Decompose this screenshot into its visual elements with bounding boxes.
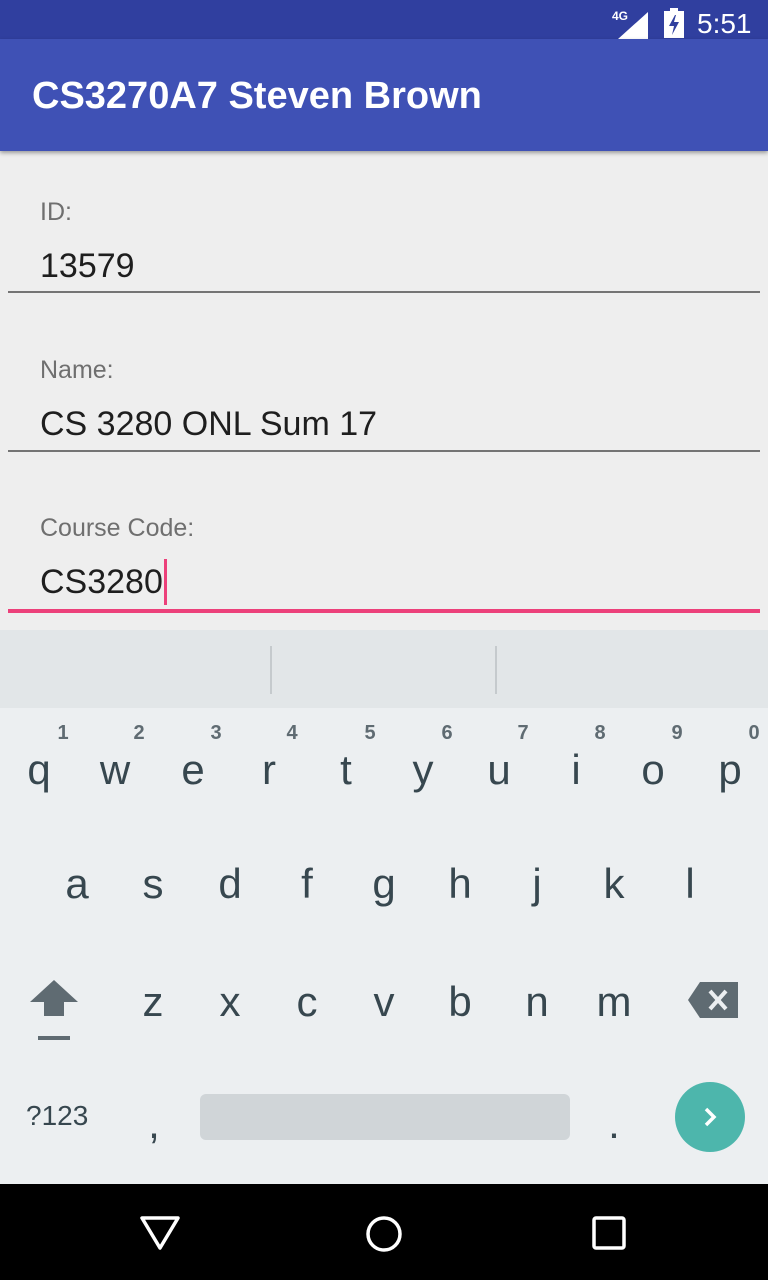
suggestion-strip[interactable] bbox=[0, 630, 768, 708]
symbols-key[interactable]: ?123 bbox=[26, 1100, 88, 1132]
key-hint-7: 7 bbox=[517, 722, 529, 744]
key-hint-5: 5 bbox=[364, 722, 376, 744]
key-s[interactable]: s bbox=[123, 860, 183, 908]
home-icon[interactable] bbox=[364, 1214, 404, 1254]
space-bar[interactable] bbox=[200, 1094, 570, 1140]
key-g[interactable]: g bbox=[354, 860, 414, 908]
key-n[interactable]: n bbox=[507, 978, 567, 1026]
status-bar: 4G 5:51 bbox=[0, 0, 768, 39]
name-input[interactable] bbox=[8, 394, 760, 454]
suggestion-divider bbox=[495, 646, 497, 694]
key-u[interactable]: u bbox=[469, 746, 529, 794]
key-hint-3: 3 bbox=[210, 722, 222, 744]
keyboard: q1w2e3r4t5y6u7i8o9p0 asdfghjkl zxcvbnm ?… bbox=[0, 708, 768, 1184]
backspace-icon[interactable] bbox=[688, 982, 740, 1018]
key-hint-6: 6 bbox=[441, 722, 453, 744]
text-cursor bbox=[163, 559, 167, 605]
chevron-right-icon bbox=[704, 1107, 717, 1127]
app-bar: CS3270A7 Steven Brown bbox=[0, 39, 768, 151]
key-c[interactable]: c bbox=[277, 978, 337, 1026]
key-hint-0: 0 bbox=[748, 722, 760, 744]
key-a[interactable]: a bbox=[47, 860, 107, 908]
id-underline bbox=[8, 291, 760, 293]
comma-key[interactable]: , bbox=[124, 1100, 184, 1148]
course-code-underline bbox=[8, 609, 760, 613]
name-label: Name: bbox=[40, 356, 114, 384]
key-j[interactable]: j bbox=[507, 860, 567, 908]
period-key[interactable]: . bbox=[584, 1100, 644, 1148]
key-q[interactable]: q bbox=[9, 746, 69, 794]
course-code-label: Course Code: bbox=[40, 514, 195, 542]
course-code-input[interactable]: CS3280 bbox=[40, 556, 167, 608]
key-hint-1: 1 bbox=[57, 722, 69, 744]
key-b[interactable]: b bbox=[430, 978, 490, 1026]
key-z[interactable]: z bbox=[123, 978, 183, 1026]
key-d[interactable]: d bbox=[200, 860, 260, 908]
key-r[interactable]: r bbox=[239, 746, 299, 794]
navigation-bar bbox=[0, 1184, 768, 1280]
key-f[interactable]: f bbox=[277, 860, 337, 908]
name-underline bbox=[8, 450, 760, 452]
suggestion-divider bbox=[270, 646, 272, 694]
id-input[interactable] bbox=[8, 236, 760, 296]
enter-button[interactable] bbox=[675, 1082, 745, 1152]
key-hint-4: 4 bbox=[286, 722, 298, 744]
key-v[interactable]: v bbox=[354, 978, 414, 1026]
key-hint-8: 8 bbox=[594, 722, 606, 744]
key-t[interactable]: t bbox=[316, 746, 376, 794]
key-k[interactable]: k bbox=[584, 860, 644, 908]
key-p[interactable]: p bbox=[700, 746, 760, 794]
key-l[interactable]: l bbox=[660, 860, 720, 908]
id-label: ID: bbox=[40, 198, 72, 226]
key-hint-9: 9 bbox=[671, 722, 683, 744]
key-w[interactable]: w bbox=[85, 746, 145, 794]
clock: 5:51 bbox=[697, 8, 752, 39]
app-title: CS3270A7 Steven Brown bbox=[32, 75, 482, 117]
course-code-value: CS3280 bbox=[40, 562, 163, 601]
recents-icon[interactable] bbox=[590, 1214, 630, 1254]
key-m[interactable]: m bbox=[584, 978, 644, 1026]
key-i[interactable]: i bbox=[546, 746, 606, 794]
key-e[interactable]: e bbox=[163, 746, 223, 794]
key-hint-2: 2 bbox=[133, 722, 145, 744]
key-h[interactable]: h bbox=[430, 860, 490, 908]
key-o[interactable]: o bbox=[623, 746, 683, 794]
battery-charging-icon bbox=[664, 8, 684, 38]
key-y[interactable]: y bbox=[393, 746, 453, 794]
key-x[interactable]: x bbox=[200, 978, 260, 1026]
shift-icon[interactable] bbox=[28, 980, 80, 1042]
back-icon[interactable] bbox=[140, 1214, 180, 1254]
signal-icon bbox=[618, 12, 648, 39]
